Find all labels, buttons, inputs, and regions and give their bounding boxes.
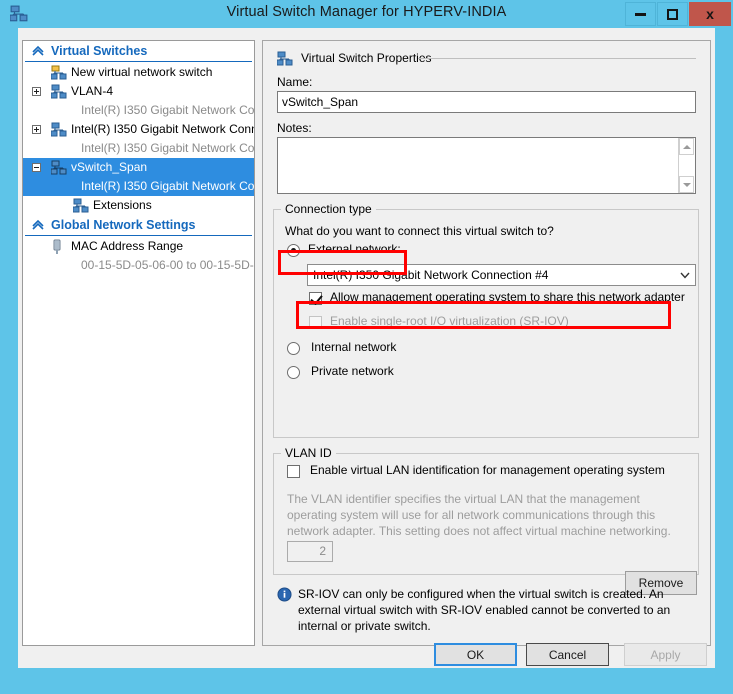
expander-icon[interactable] [32,125,41,134]
ok-button-label: OK [466,647,485,662]
tree-item-label: MAC Address Range [71,239,184,253]
vlan-id-title: VLAN ID [281,446,336,460]
vlan-description: The VLAN identifier specifies the virtua… [287,492,671,538]
cancel-button-label: Cancel [548,647,587,662]
maximize-icon [667,8,678,20]
apply-button-label: Apply [650,647,681,662]
virtual-switch-icon [51,122,67,137]
enable-vlan-label: Enable virtual LAN identification for ma… [310,463,665,477]
minimize-icon [635,12,646,16]
tree-section-label: Virtual Switches [51,44,148,58]
tree-item-mac-address-range-value[interactable]: 00-15-5D-05-06-00 to 00-15-5D-0... [23,256,254,275]
expander-icon[interactable] [32,163,41,172]
notes-label: Notes: [277,121,312,135]
cancel-button[interactable]: Cancel [526,643,609,666]
vlan-id-input: 2 [287,541,333,562]
private-network-label: Private network [311,364,394,378]
tree-item-label: Intel(R) I350 Gigabit Network Conn... [71,122,255,136]
chevron-down-icon [680,272,690,279]
close-button[interactable]: x [689,2,731,26]
network-adapter-value: Intel(R) I350 Gigabit Network Connection… [313,268,549,282]
sriov-label: Enable single-root I/O virtualization (S… [330,314,569,328]
tree-item-intel-i350-switch[interactable]: Intel(R) I350 Gigabit Network Conn... [23,120,254,139]
connection-type-question: What do you want to connect this virtual… [285,224,554,238]
tree-item-vlan-4-adapter[interactable]: Intel(R) I350 Gigabit Network Con... [23,101,254,120]
allow-management-checkbox[interactable] [309,292,322,305]
chevron-up-icon [682,144,691,149]
virtual-switch-icon [51,84,67,99]
network-adapter-dropdown[interactable]: Intel(R) I350 Gigabit Network Connection… [307,264,696,286]
expander-icon[interactable] [32,87,41,96]
mac-address-icon [53,239,61,254]
tree-section-global-network-settings[interactable]: Global Network Settings [25,215,252,236]
external-network-label: External network: [308,242,401,256]
tree-section-virtual-switches[interactable]: Virtual Switches [25,41,252,62]
virtual-switch-icon [277,51,293,66]
group-divider [418,58,696,59]
tree-item-vlan-4[interactable]: VLAN-4 [23,82,254,101]
title-bar: Virtual Switch Manager for HYPERV-INDIA … [0,0,733,28]
sriov-checkbox [309,316,322,329]
tree-item-mac-address-range[interactable]: MAC Address Range [23,237,254,256]
window-title: Virtual Switch Manager for HYPERV-INDIA [226,4,507,20]
chevron-down-icon [682,182,691,187]
tree-item-extensions[interactable]: Extensions [23,196,254,215]
chevron-up-icon [32,45,44,56]
scroll-down-button[interactable] [679,176,694,193]
minimize-button[interactable] [625,2,656,26]
tree-section-label: Global Network Settings [51,218,196,232]
close-icon: x [706,6,714,22]
apply-button: Apply [624,643,707,666]
tree-item-label: VLAN-4 [71,84,114,98]
new-virtual-switch-icon [51,65,67,80]
window-bottom-border [18,668,715,694]
tree-item-sublabel: Intel(R) I350 Gigabit Network Con... [81,103,255,117]
tree-item-vswitch-span-adapter[interactable]: Intel(R) I350 Gigabit Network Con... [23,177,254,196]
notes-field[interactable] [277,137,696,194]
name-label: Name: [277,75,313,89]
tree-item-sublabel: 00-15-5D-05-06-00 to 00-15-5D-0... [81,258,255,272]
tree-item-label: Extensions [93,198,152,212]
tree-item-sublabel: Intel(R) I350 Gigabit Network Con... [81,179,255,193]
notes-scrollbar[interactable] [678,138,695,193]
dialog-body: Virtual Switches New virtual network swi… [18,28,715,668]
properties-group-title: Virtual Switch Properties [297,51,436,65]
internal-network-label: Internal network [311,340,397,354]
scroll-up-button[interactable] [679,138,694,155]
external-network-radio[interactable] [287,244,300,257]
tree-item-intel-i350-adapter[interactable]: Intel(R) I350 Gigabit Network Con... [23,139,254,158]
virtual-switch-manager-window: Virtual Switch Manager for HYPERV-INDIA … [0,0,733,694]
connection-type-title: Connection type [281,202,376,216]
maximize-button[interactable] [657,2,688,26]
ok-button[interactable]: OK [434,643,517,666]
switch-name-input[interactable] [277,91,696,113]
tree-item-sublabel: Intel(R) I350 Gigabit Network Con... [81,141,255,155]
enable-vlan-checkbox[interactable] [287,465,300,478]
allow-management-label: Allow management operating system to sha… [330,290,685,304]
private-network-radio[interactable] [287,366,300,379]
chevron-up-icon [32,219,44,230]
tree-item-label: New virtual network switch [71,65,213,79]
tree-item-vswitch-span[interactable]: vSwitch_Span [23,158,254,177]
virtual-switch-icon [51,160,67,175]
sriov-info-text: SR-IOV can only be configured when the v… [298,587,671,633]
info-icon [277,587,292,602]
internal-network-radio[interactable] [287,342,300,355]
tree-item-label: vSwitch_Span [71,160,148,174]
properties-pane: Virtual Switch Properties Name: Notes: C… [262,40,711,646]
navigation-tree[interactable]: Virtual Switches New virtual network swi… [22,40,255,646]
tree-item-new-virtual-network-switch[interactable]: New virtual network switch [23,63,254,82]
extensions-icon [73,198,89,213]
